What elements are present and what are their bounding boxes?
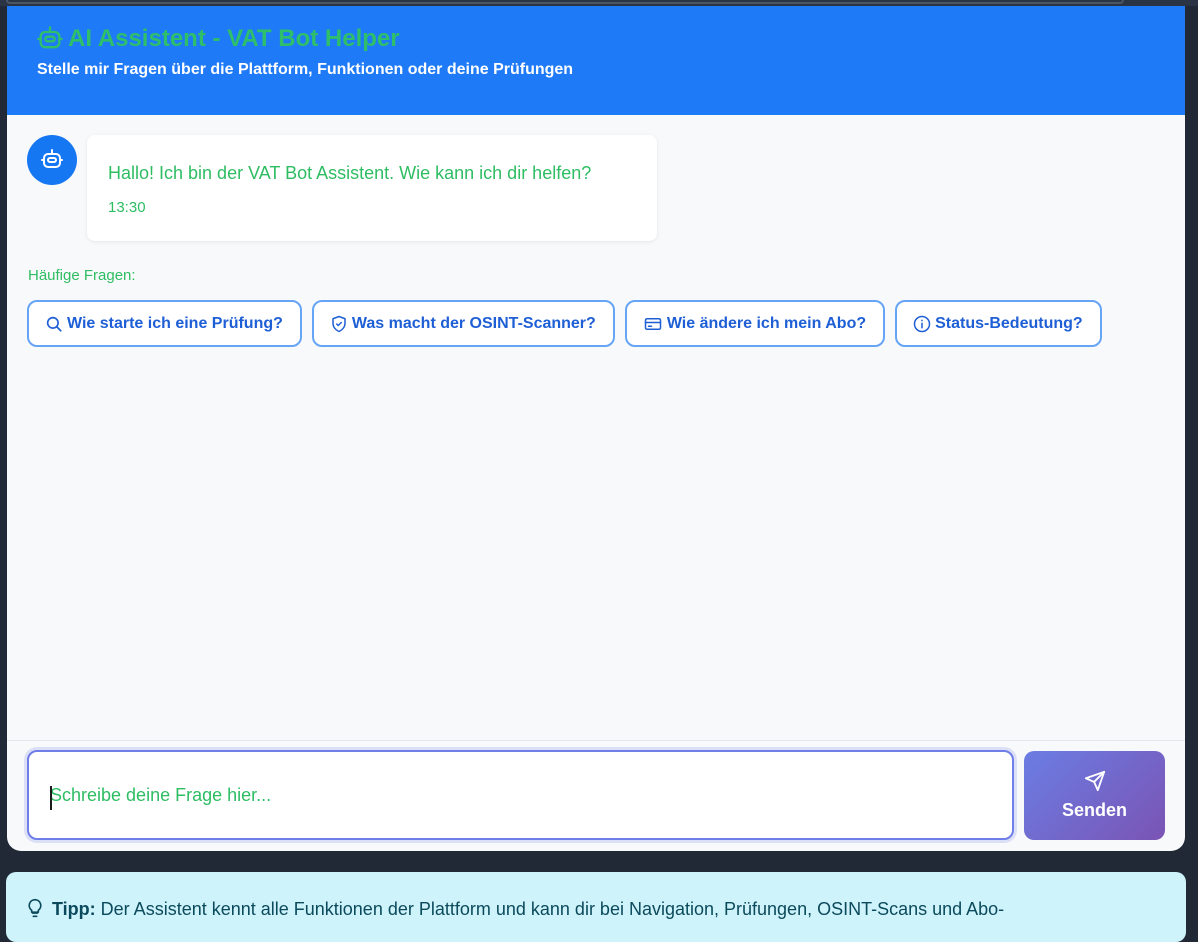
faq-chip-osint-scanner[interactable]: Was macht der OSINT-Scanner? — [311, 300, 615, 347]
faq-chip-abo-aendern[interactable]: Wie ändere ich mein Abo? — [624, 300, 886, 347]
header-title-text: AI Assistent - VAT Bot Helper — [68, 25, 400, 52]
question-input[interactable] — [29, 752, 1012, 838]
send-button-label: Senden — [1061, 800, 1127, 820]
faq-label: Häufige Fragen: — [28, 267, 136, 284]
chat-card: AI Assistent - VAT Bot Helper Stelle mir… — [7, 6, 1185, 851]
text-caret — [50, 786, 52, 810]
header-subtitle: Stelle mir Fragen über die Plattform, Fu… — [37, 61, 574, 78]
bot-avatar — [27, 135, 77, 185]
lightbulb-icon — [25, 897, 45, 924]
chat-header: AI Assistent - VAT Bot Helper Stelle mir… — [7, 6, 1185, 115]
tip-box: Tipp: Der Assistent kennt alle Funktione… — [6, 872, 1186, 942]
tip-text: Tipp: Der Assistent kennt alle Funktione… — [52, 899, 1004, 920]
faq-chips: Wie starte ich eine Prüfung? Was macht d… — [27, 300, 1112, 347]
info-icon — [913, 315, 931, 332]
tip-label: Tipp: — [52, 899, 96, 919]
search-icon — [46, 316, 62, 332]
send-button[interactable]: Senden — [1024, 751, 1165, 840]
page-title: AI Assistent - VAT Bot Helper — [36, 25, 400, 53]
faq-chip-label: Wie starte ich eine Prüfung? — [67, 314, 283, 332]
question-input-wrapper — [27, 750, 1014, 840]
faq-chip-label: Status-Bedeutung? — [935, 314, 1083, 332]
faq-chip-label: Was macht der OSINT-Scanner? — [351, 314, 596, 332]
faq-chip-status-bedeutung[interactable]: Status-Bedeutung? — [895, 300, 1102, 347]
window-edge — [6, 0, 1124, 4]
bot-message: Hallo! Ich bin der VAT Bot Assistent. Wi… — [87, 135, 657, 241]
message-text: Hallo! Ich bin der VAT Bot Assistent. Wi… — [108, 163, 592, 183]
shield-icon — [332, 315, 346, 332]
robot-icon — [36, 25, 64, 53]
message-timestamp: 13:30 — [108, 199, 146, 216]
send-icon — [1084, 770, 1105, 792]
faq-chip-label: Wie ändere ich mein Abo? — [666, 314, 867, 332]
robot-avatar-icon — [41, 149, 63, 168]
credit-card-icon — [644, 317, 662, 330]
composer-divider — [7, 740, 1185, 741]
faq-chip-start-pruefung[interactable]: Wie starte ich eine Prüfung? — [27, 300, 302, 347]
tip-body: Der Assistent kennt alle Funktionen der … — [100, 899, 1005, 919]
